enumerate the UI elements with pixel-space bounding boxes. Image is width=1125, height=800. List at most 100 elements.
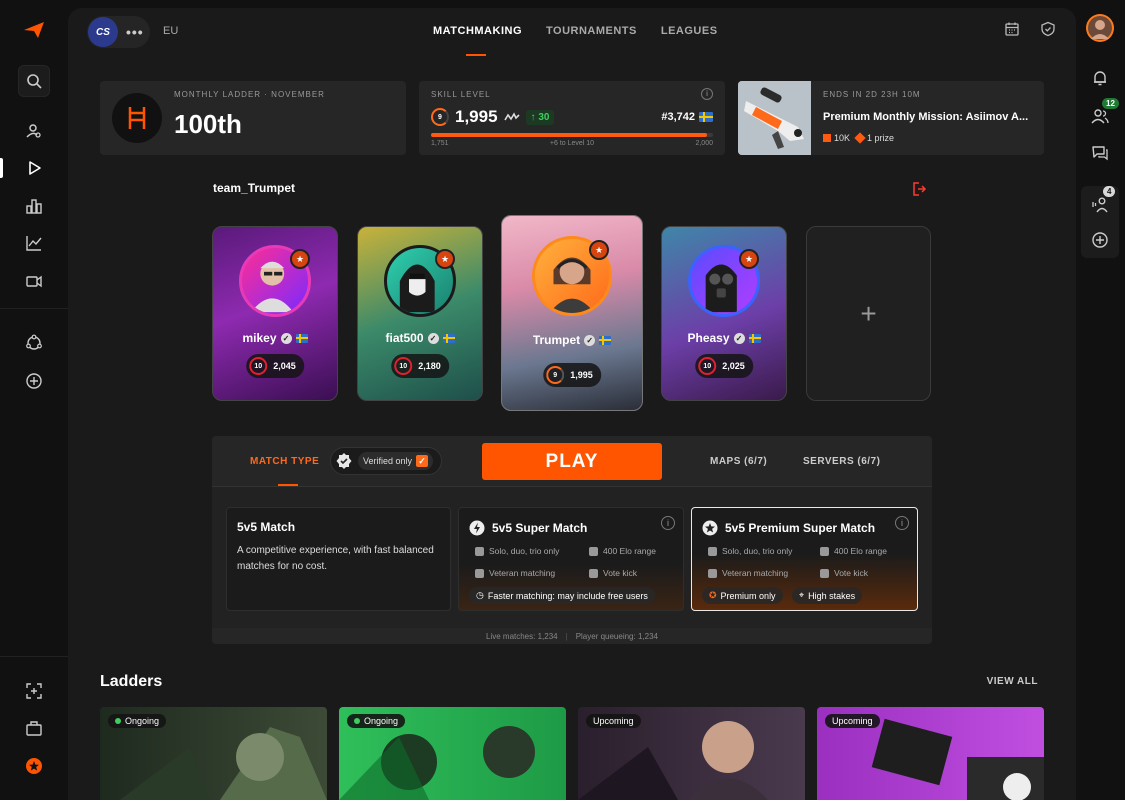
anticheat-button[interactable] [18, 675, 50, 707]
match-type-description: A competitive experience, with fast bala… [237, 545, 434, 572]
trends-nav-button[interactable] [18, 227, 50, 259]
tab-tournaments[interactable]: TOURNAMENTS [546, 25, 637, 37]
player-elo-badge: 10 2,045 [246, 354, 304, 378]
mission-card[interactable]: ENDS IN 2D 23H 10M Premium Monthly Missi… [738, 81, 1044, 155]
player-card[interactable]: ★ Pheasy ✓ 10 2,025 [661, 226, 787, 401]
player-card-self[interactable]: ★ Trumpet ✓ 9 1,995 [501, 215, 643, 411]
brand-logo[interactable] [22, 20, 46, 40]
player-card[interactable]: ★ mikey ✓ 10 2,045 [212, 226, 338, 401]
tab-match-type[interactable]: MATCH TYPE [250, 456, 319, 467]
stats-divider: | [565, 631, 568, 641]
tab-maps[interactable]: MAPS (6/7) [710, 456, 767, 467]
chat-button[interactable] [1084, 137, 1116, 169]
add-nav-button[interactable] [18, 365, 50, 397]
skill-label: SKILL LEVEL [431, 90, 491, 99]
player-elo-badge: 9 1,995 [543, 363, 601, 387]
info-icon[interactable]: i [701, 88, 713, 100]
find-players-button[interactable] [18, 115, 50, 147]
sweden-flag-icon [699, 112, 713, 122]
game-selector[interactable]: CS ••• [87, 16, 150, 48]
play-nav-button[interactable] [18, 152, 50, 184]
verified-only-toggle[interactable]: Verified only ✓ [330, 447, 442, 475]
video-camera-icon [26, 275, 42, 288]
tab-leagues[interactable]: LEAGUES [661, 25, 718, 37]
clubs-nav-button[interactable] [18, 327, 50, 359]
reward-prize: 1 prize [854, 132, 894, 144]
more-icon: ••• [126, 24, 144, 40]
monthly-ladder-card[interactable]: MONTHLY LADDER · NOVEMBER 100th [100, 81, 406, 155]
feature-veteran: Veteran matching [475, 568, 555, 578]
player-elo: 2,045 [273, 361, 296, 371]
reward-points: 10K [823, 133, 850, 143]
ladder-card[interactable]: Upcoming [578, 707, 805, 800]
feature-chip-premium: ✪ Premium only [702, 587, 783, 604]
crown-icon [708, 568, 717, 578]
ladder-card[interactable]: Upcoming [817, 707, 1044, 800]
ranking-position: #3,742 [661, 111, 713, 123]
sweden-flag-icon [295, 333, 308, 343]
info-icon[interactable]: i [895, 516, 909, 530]
active-indicator [0, 158, 3, 178]
premium-star-icon: ✪ [709, 590, 717, 600]
match-type-title: 5v5 Premium Super Match [702, 520, 875, 536]
stats-nav-button[interactable] [18, 190, 50, 222]
premium-button[interactable] [18, 750, 50, 782]
match-type-card-super[interactable]: 5v5 Super Match i Solo, duo, trio only 4… [458, 507, 684, 611]
match-type-card-premium[interactable]: 5v5 Premium Super Match i Solo, duo, tri… [691, 507, 918, 611]
crosshair-icon: ⌖ [799, 590, 805, 600]
tab-servers[interactable]: SERVERS (6/7) [803, 456, 880, 467]
player-card[interactable]: ★ fiat500 ✓ 10 2,180 [357, 226, 483, 401]
play-button[interactable]: PLAY [482, 443, 662, 480]
sweden-flag-icon [442, 333, 455, 343]
info-icon[interactable]: i [661, 516, 675, 530]
player-name: mikey ✓ [213, 331, 337, 345]
level-badge: 10 [394, 357, 413, 375]
ladder-card[interactable]: Ongoing [100, 707, 327, 800]
feature-chip: ◷ Faster matching: may include free users [469, 587, 655, 604]
level-badge: 10 [249, 357, 268, 375]
rifle-illustration [738, 81, 811, 155]
notifications-button[interactable] [1084, 62, 1116, 94]
range-hint: +6 to Level 10 [549, 140, 595, 147]
calendar-icon[interactable] [1004, 21, 1020, 37]
checkbox-checked[interactable]: ✓ [416, 455, 429, 467]
level-progress-bar [431, 133, 713, 137]
verified-icon: ✓ [280, 332, 292, 344]
feature-party-size: Solo, duo, trio only [708, 546, 792, 556]
shield-icon[interactable] [1040, 21, 1056, 37]
create-party-button[interactable] [1084, 224, 1116, 256]
level-progress-fill [431, 133, 708, 137]
tab-active-underline [278, 484, 298, 486]
avatar-icon [1086, 14, 1114, 42]
skill-level-card[interactable]: SKILL LEVEL i 9 1,995 ↑ 30 #3,742 1,751 … [419, 81, 725, 155]
invite-player-slot[interactable]: + [806, 226, 931, 401]
premium-star-icon [26, 758, 42, 774]
premium-star-icon: ★ [589, 240, 609, 260]
status-badge: Upcoming [586, 714, 641, 728]
shop-button[interactable] [18, 712, 50, 744]
player-elo: 2,180 [418, 361, 441, 371]
bell-icon [1094, 71, 1106, 86]
main-nav: MATCHMAKING TOURNAMENTS LEAGUES [433, 25, 718, 37]
match-type-card-standard[interactable]: 5v5 Match A competitive experience, with… [226, 507, 451, 611]
video-nav-button[interactable] [18, 265, 50, 297]
region-selector[interactable]: EU [163, 25, 178, 37]
feature-vote-kick: Vote kick [820, 568, 868, 578]
live-matches: Live matches: 1,234 [486, 631, 558, 641]
status-dot [354, 718, 360, 724]
leave-party-icon[interactable] [911, 181, 927, 197]
top-actions [1004, 21, 1056, 37]
skill-row: 9 1,995 ↑ 30 [431, 107, 555, 127]
search-button[interactable] [18, 65, 50, 97]
friends-icon [1091, 109, 1109, 124]
queue-stats: Live matches: 1,234 | Player queueing: 1… [212, 628, 932, 644]
level-badge: 10 [698, 357, 717, 375]
verified-icon: ✓ [584, 334, 596, 346]
ladder-card[interactable]: Ongoing [339, 707, 566, 800]
feature-elo-range: 400 Elo range [820, 546, 887, 556]
profile-avatar[interactable] [1084, 12, 1116, 44]
tab-matchmaking[interactable]: MATCHMAKING [433, 25, 522, 37]
view-all-link[interactable]: VIEW ALL [987, 676, 1038, 687]
ranking-value: #3,742 [661, 111, 695, 123]
level-badge: 9 [546, 366, 565, 384]
